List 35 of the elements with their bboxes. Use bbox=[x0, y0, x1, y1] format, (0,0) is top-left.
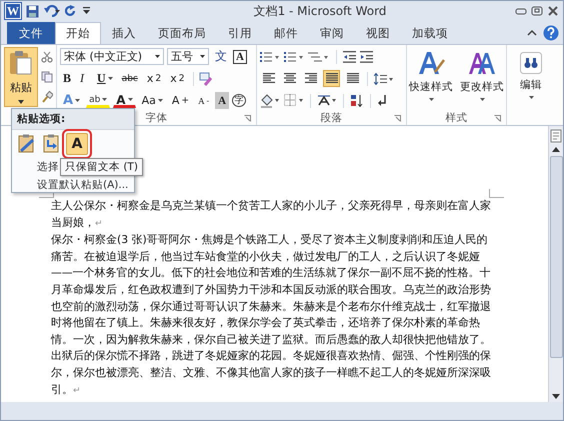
font-format-button[interactable]: B bbox=[60, 70, 74, 87]
ribbon-tab[interactable]: 插入 bbox=[101, 22, 147, 44]
menu-item[interactable]: 选择 bbox=[36, 158, 60, 176]
paragraph: 主人公保尔・柯察金是乌克兰某镇一个贫苦工人家的小儿子，父亲死得早，母亲则在富人家当厨娘，↵ bbox=[51, 198, 492, 231]
ribbon-tab[interactable]: 开始 bbox=[55, 22, 101, 44]
phonetic-guide-button[interactable]: 文 bbox=[212, 48, 230, 65]
change-styles-button[interactable]: 更改样式 bbox=[458, 47, 506, 111]
font-format-button[interactable]: A bbox=[215, 92, 230, 109]
font-name-field[interactable]: 宋体 (中文正文) bbox=[60, 48, 164, 65]
ribbon-tab[interactable]: 加载项 bbox=[401, 22, 459, 44]
quick-styles-button[interactable]: 快速样式 bbox=[407, 47, 455, 111]
ribbon-tab[interactable]: 页面布局 bbox=[147, 22, 217, 44]
app-icon[interactable]: W bbox=[5, 3, 21, 19]
editing-button[interactable]: 编辑 bbox=[510, 49, 552, 102]
ribbon-tab[interactable]: 引用 bbox=[217, 22, 263, 44]
menu-header: 粘贴选项: bbox=[12, 109, 134, 130]
font-format-button[interactable]: Aa bbox=[138, 92, 166, 109]
group-label: 段落 bbox=[320, 111, 342, 125]
tooltip: 只保留文本 (T) bbox=[60, 158, 143, 176]
ribbon-tab[interactable]: 邮件 bbox=[263, 22, 309, 44]
window-title: 文档1 - Microsoft Word bbox=[252, 2, 388, 20]
font-format-button[interactable]: abc bbox=[118, 70, 141, 87]
font-format-button[interactable]: I bbox=[77, 70, 92, 87]
paragraph: 保尔・柯察金(3 张)哥哥阿尔・焦姆是个铁路工人，受尽了资本主义制度剥削和压迫人民的痛苦。在被迫退学后，他当过车站食堂的小伙夫，做过发电厂的工人，之后认识了冬妮娅——一个林务官的女儿。低下的社会地位和苦难的生活练就了保尔一副不屈不挠的性格。十月革命爆发后，红色政权遭到了外国势力干涉和本国反动派的联合围攻。乌克兰的政治形势也空前的激烈动荡，保尔通过哥哥认识了朱赫来。朱赫来是个老布尔什维克战士，红军撤退时将他留在了镇上。朱赫来很友好，教保尔学会了英式拳击，还培养了保尔朴素的革命热情。一次，因为解救朱赫来，保尔自己被关进了监狱。而后愚蠢的敌人却很快把他错放了。出狱后的保尔慌不择路，跳进了冬妮娅家的花园。冬妮娅很喜欢热情、倔强、个性刚强的保尔，保尔也被漂亮、整洁、文雅、不像其他富人家的孩子一样瞧不起工人的冬妮娅所深深吸引。↵ bbox=[51, 232, 492, 398]
font-format-button[interactable]: U bbox=[94, 70, 116, 87]
character-border-button[interactable]: A bbox=[233, 50, 247, 64]
menu-item[interactable]: 设置默认粘贴(A)... bbox=[36, 176, 130, 194]
font-format-button[interactable]: 字 bbox=[232, 94, 246, 107]
ribbon-tab[interactable]: 审阅 bbox=[309, 22, 355, 44]
file-tab[interactable]: 文件 bbox=[7, 22, 55, 44]
paste-button[interactable]: 粘贴 bbox=[4, 47, 38, 107]
group-label: 样式 bbox=[446, 111, 468, 125]
ribbon-tab[interactable]: 视图 bbox=[355, 22, 401, 44]
font-size-field[interactable]: 五号 bbox=[167, 48, 209, 65]
group-label: 字体 bbox=[146, 111, 168, 125]
